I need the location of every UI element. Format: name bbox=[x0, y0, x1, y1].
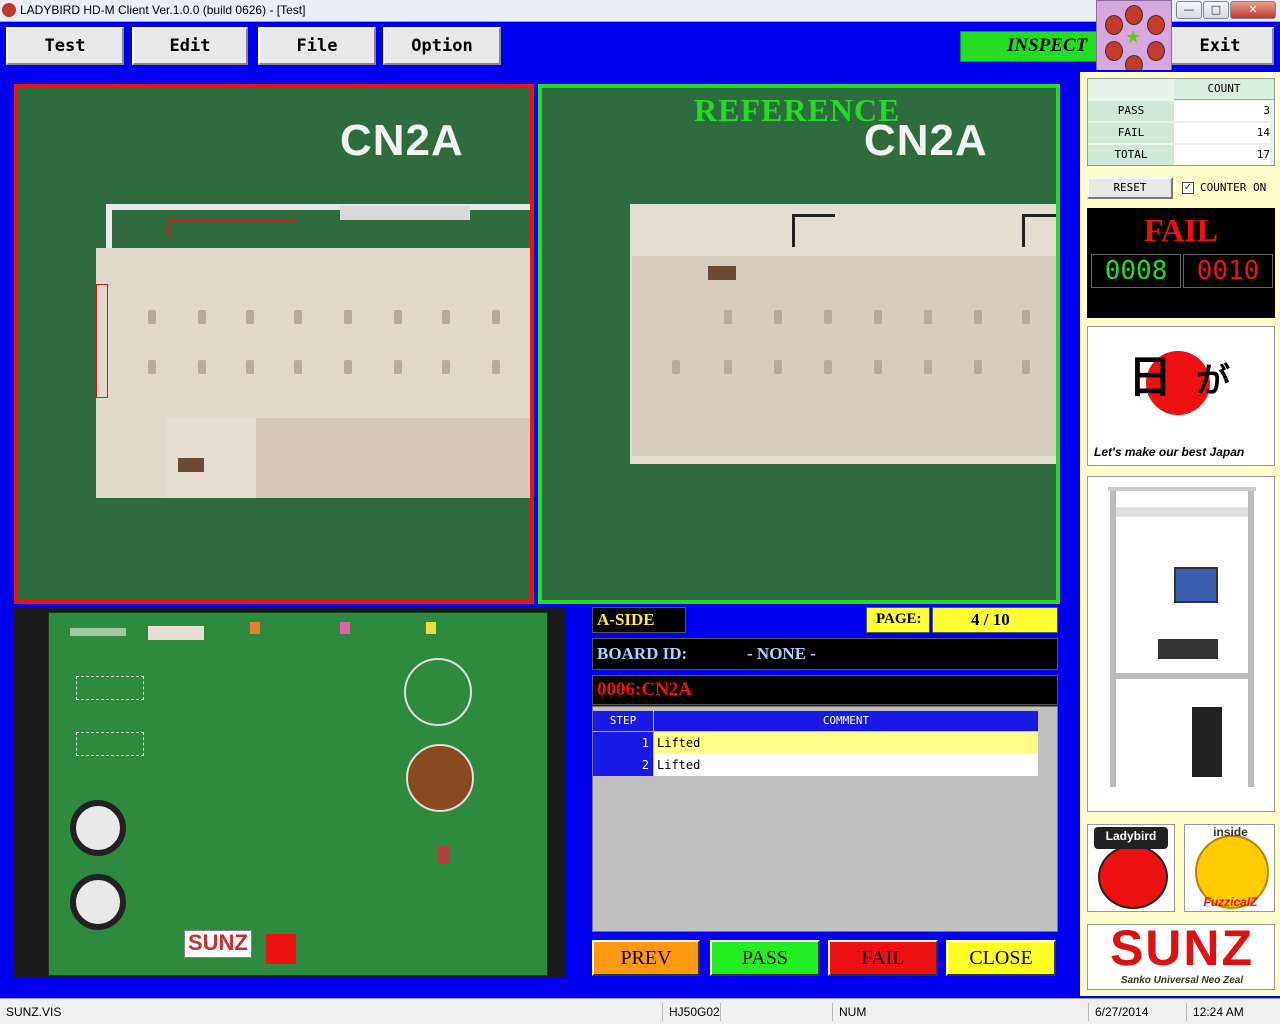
status-bar: SUNZ.VIS HJ50G02 NUM 6/27/2014 12:24 AM bbox=[0, 998, 1280, 1024]
menu-option-button[interactable]: Option bbox=[383, 27, 501, 65]
reference-image-viewer[interactable]: CN2A REFERENCE bbox=[538, 84, 1060, 604]
ladybird-app-icon bbox=[2, 3, 16, 17]
inspect-label: INSPECT bbox=[1007, 35, 1088, 56]
sunz-board-logo: SUNZ bbox=[188, 930, 248, 955]
comment-column-header[interactable]: COMMENT bbox=[654, 711, 1038, 731]
pass-count-label: PASS bbox=[1088, 101, 1174, 121]
minimize-button[interactable]: — bbox=[1176, 1, 1202, 19]
page-counter: 4 / 10 bbox=[932, 607, 1058, 633]
window-title-bar: LADYBIRD HD-M Client Ver.1.0.0 (build 06… bbox=[0, 0, 1280, 22]
count-header: COUNT bbox=[1174, 79, 1274, 100]
counter-digits-right: 0010 bbox=[1183, 254, 1273, 288]
status-date: 6/27/2014 bbox=[1088, 1003, 1185, 1021]
board-id-label: BOARD ID: bbox=[597, 644, 688, 663]
inside-text: inside bbox=[1213, 825, 1248, 839]
fail-count-label: FAIL bbox=[1088, 123, 1174, 143]
counter-table: COUNT PASS 3 FAIL 14 TOTAL 17 bbox=[1087, 78, 1275, 166]
exit-button[interactable]: Exit bbox=[1166, 27, 1274, 65]
defect-marker-box bbox=[96, 284, 108, 398]
counter-on-checkbox[interactable]: ✓ bbox=[1182, 182, 1194, 194]
component-row: 0006:CN2A bbox=[592, 675, 1058, 705]
counter-on-label: COUNTER ON bbox=[1200, 181, 1267, 194]
result-status-panel: FAIL 0008 0010 bbox=[1087, 208, 1275, 318]
status-time: 12:24 AM bbox=[1186, 1003, 1280, 1021]
menu-file-button[interactable]: File bbox=[258, 27, 376, 65]
comment-cell[interactable]: Lifted bbox=[654, 754, 1038, 776]
pass-button[interactable]: PASS bbox=[710, 940, 820, 976]
board-overview-image[interactable]: SUNZ bbox=[14, 608, 566, 978]
reference-label: REFERENCE bbox=[694, 92, 901, 128]
status-num-lock: NUM bbox=[832, 1003, 899, 1021]
step-cell[interactable]: 1 bbox=[593, 732, 653, 754]
reset-counter-button[interactable]: RESET bbox=[1087, 177, 1173, 199]
fail-button[interactable]: FAIL bbox=[828, 940, 938, 976]
pass-count-value: 3 bbox=[1174, 101, 1270, 121]
maximize-button[interactable]: □ bbox=[1203, 1, 1229, 19]
counter-digits-left: 0008 bbox=[1091, 254, 1181, 288]
menu-edit-button[interactable]: Edit bbox=[132, 27, 248, 65]
sunz-tagline: Sanko Universal Neo Zeal bbox=[1120, 975, 1244, 986]
menu-test-button[interactable]: Test bbox=[6, 27, 124, 65]
current-component-marker bbox=[266, 934, 296, 964]
defect-marker-box bbox=[168, 220, 298, 238]
slogan-text: Let's make our best Japan bbox=[1094, 445, 1245, 459]
component-name: 0006:CN2A bbox=[597, 679, 692, 700]
total-count-value: 17 bbox=[1174, 145, 1270, 165]
sunz-company-logo: SUNZ Sanko Universal Neo Zeal bbox=[1087, 920, 1275, 990]
ladybird-brand-text: Ladybird bbox=[1105, 829, 1157, 843]
total-count-label: TOTAL bbox=[1088, 145, 1174, 165]
fuzzicalz-text: FuzzicalZ bbox=[1203, 895, 1258, 909]
step-column-header[interactable]: STEP bbox=[593, 711, 653, 731]
page-label: PAGE: bbox=[866, 607, 930, 633]
step-cell[interactable]: 2 bbox=[593, 754, 653, 776]
window-title: LADYBIRD HD-M Client Ver.1.0.0 (build 06… bbox=[20, 3, 306, 17]
result-text: FAIL bbox=[1143, 212, 1219, 248]
sunz-logo-text: SUNZ bbox=[1109, 920, 1255, 976]
japan-slogan-image: 日 が Let's make our best Japan bbox=[1087, 326, 1275, 466]
side-indicator: A-SIDE bbox=[592, 607, 686, 633]
fuzzicalz-inside-logo: inside FuzzicalZ bbox=[1184, 824, 1275, 912]
inspection-image-viewer[interactable]: CN2A bbox=[14, 84, 534, 604]
fail-count-value: 14 bbox=[1174, 123, 1270, 143]
status-model: HJ50G02 bbox=[662, 1003, 720, 1021]
close-button[interactable]: CLOSE bbox=[946, 940, 1056, 976]
defect-steps-table[interactable]: STEP COMMENT 1 Lifted 2 Lifted bbox=[592, 706, 1058, 932]
ladybird-brand-logo: Ladybird bbox=[1087, 824, 1175, 912]
comment-cell[interactable]: Lifted bbox=[654, 732, 1038, 754]
inspect-mode-indicator: INSPECT bbox=[960, 31, 1100, 62]
ladybird-logo-icon: ★ bbox=[1096, 0, 1172, 76]
board-id-value: - NONE - bbox=[747, 644, 816, 663]
board-id-row: BOARD ID: - NONE - bbox=[592, 638, 1058, 670]
machine-photo bbox=[1087, 476, 1275, 812]
silkscreen-label: CN2A bbox=[340, 116, 464, 165]
prev-button[interactable]: PREV bbox=[592, 940, 700, 976]
close-window-button[interactable]: ✕ bbox=[1230, 1, 1276, 19]
status-file: SUNZ.VIS bbox=[6, 1005, 62, 1019]
